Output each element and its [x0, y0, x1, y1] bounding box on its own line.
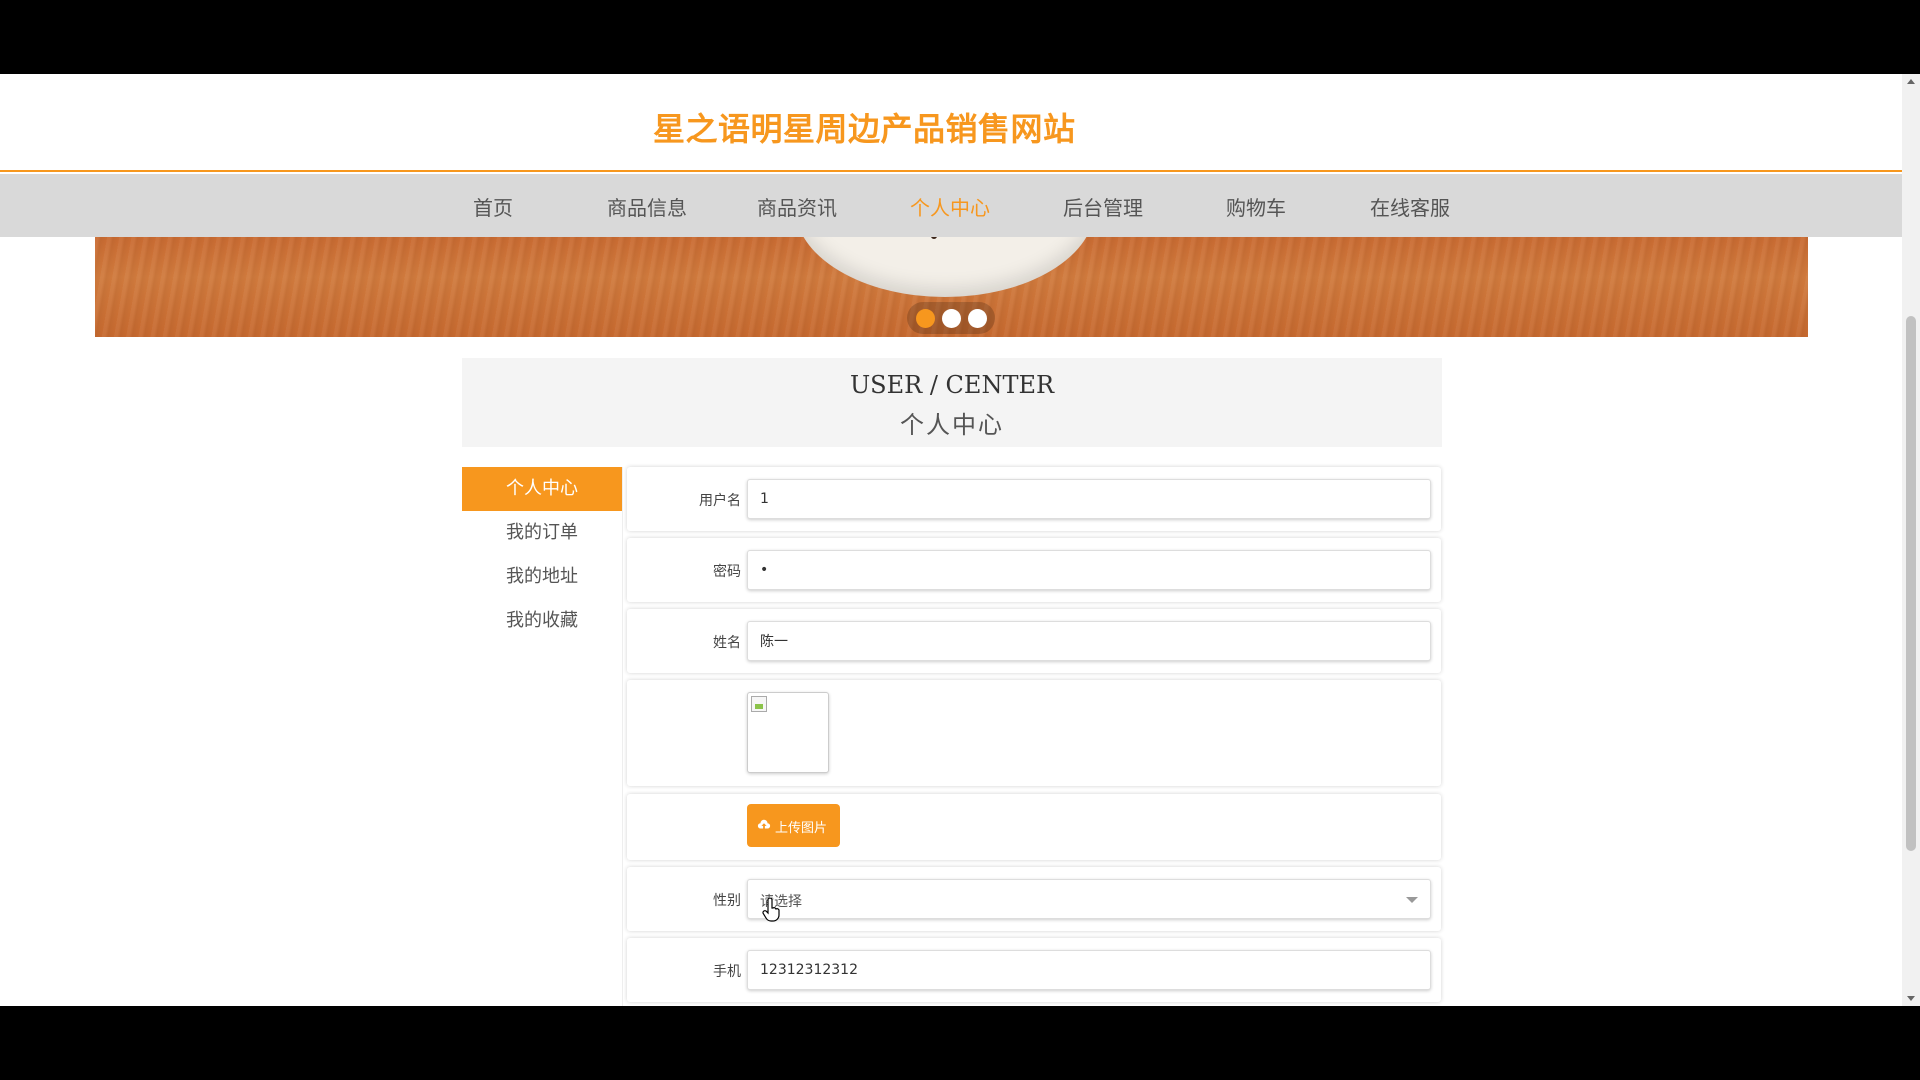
username-input[interactable] — [747, 479, 1431, 519]
nav-item-home[interactable]: 首页 — [433, 192, 553, 221]
sidebar-item-user-center[interactable]: 个人中心 — [462, 467, 622, 511]
nav-item-online-service[interactable]: 在线客服 — [1350, 192, 1470, 221]
sidebar-item-my-favorites[interactable]: 我的收藏 — [462, 599, 622, 643]
carousel-dots — [907, 302, 995, 334]
upload-image-button[interactable]: 上传图片 — [747, 804, 840, 847]
nav-item-cart[interactable]: 购物车 — [1196, 192, 1316, 221]
phone-label: 手机 — [713, 964, 741, 980]
carousel-dot-3[interactable] — [968, 309, 987, 328]
form-row-username: 用户名 — [627, 467, 1441, 531]
section-title-box: USER / CENTER 个人中心 — [462, 358, 1442, 447]
username-label: 用户名 — [699, 493, 741, 509]
site-title: 星之语明星周边产品销售网站 — [653, 110, 1076, 148]
scroll-down-arrow-icon[interactable] — [1907, 996, 1915, 1001]
nav-item-news[interactable]: 商品资讯 — [737, 192, 857, 221]
password-label: 密码 — [713, 564, 741, 580]
sidebar-item-my-orders[interactable]: 我的订单 — [462, 511, 622, 555]
user-form: 用户名 密码 姓名 — [622, 467, 1442, 1006]
name-input[interactable] — [747, 621, 1431, 661]
scroll-up-arrow-icon[interactable] — [1907, 79, 1915, 84]
upload-image-label: 上传图片 — [775, 821, 828, 836]
section-title-en: USER / CENTER — [849, 371, 1055, 399]
vertical-scrollbar[interactable] — [1902, 74, 1920, 1006]
form-row-gender: 性别 请选择 — [627, 867, 1441, 931]
form-row-name: 姓名 — [627, 609, 1441, 673]
gender-select[interactable]: 请选择 — [747, 879, 1431, 919]
password-input[interactable] — [747, 550, 1431, 590]
nav-item-user-center[interactable]: 个人中心 — [890, 192, 1010, 221]
form-row-upload: 上传图片 — [627, 794, 1441, 860]
carousel-dot-2[interactable] — [942, 309, 961, 328]
section-title-cn: 个人中心 — [900, 411, 1004, 439]
chevron-down-icon — [1406, 897, 1418, 903]
sidebar-item-my-address[interactable]: 我的地址 — [462, 555, 622, 599]
avatar-image — [747, 692, 829, 773]
nav-item-admin[interactable]: 后台管理 — [1043, 192, 1163, 221]
user-sidebar: 个人中心 我的订单 我的地址 我的收藏 — [462, 467, 622, 643]
browser-viewport: 星之语明星周边产品销售网站 首页 商品信息 商品资讯 个人中心 后台管理 购物车… — [0, 74, 1920, 1006]
main-nav: 首页 商品信息 商品资讯 个人中心 后台管理 购物车 在线客服 — [0, 174, 1902, 237]
hand-pointer-cursor-icon — [762, 898, 780, 922]
gender-label: 性别 — [713, 893, 741, 909]
form-row-phone: 手机 — [627, 938, 1441, 1002]
site-header: 星之语明星周边产品销售网站 — [0, 74, 1902, 172]
carousel-dot-1[interactable] — [916, 309, 935, 328]
broken-image-icon — [751, 696, 767, 712]
form-row-password: 密码 — [627, 538, 1441, 602]
cloud-upload-icon — [757, 819, 771, 829]
form-row-avatar — [627, 680, 1441, 786]
nav-item-products[interactable]: 商品信息 — [587, 192, 707, 221]
scrollbar-thumb[interactable] — [1906, 316, 1916, 851]
drip — [931, 237, 937, 239]
phone-input[interactable] — [747, 950, 1431, 990]
page: 星之语明星周边产品销售网站 首页 商品信息 商品资讯 个人中心 后台管理 购物车… — [0, 74, 1902, 1006]
name-label: 姓名 — [713, 635, 741, 651]
banner-carousel[interactable] — [95, 237, 1808, 337]
